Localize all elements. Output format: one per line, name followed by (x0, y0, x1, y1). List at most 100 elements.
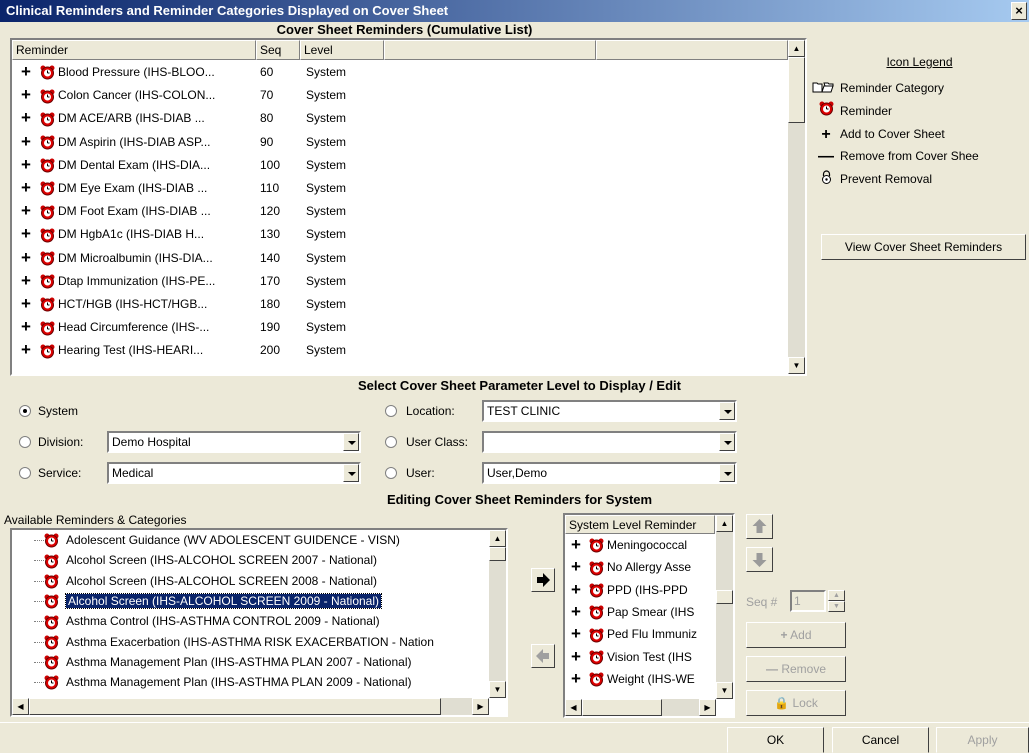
table-row[interactable]: + HCT/HGB (IHS-HCT/HGB... 180 System (12, 293, 788, 315)
table-row[interactable]: + DM Foot Exam (IHS-DIAB ... 120 System (12, 200, 788, 222)
table-row[interactable]: + DM Microalbumin (IHS-DIA... 140 System (12, 247, 788, 269)
list-item[interactable]: + Weight (IHS-WE (565, 671, 715, 688)
scroll-down-button[interactable]: ▼ (788, 357, 805, 374)
cumulative-scrollbar[interactable]: ▲ ▼ (788, 40, 805, 374)
scroll-thumb[interactable] (716, 590, 733, 604)
table-row[interactable]: + Head Circumference (IHS-... 190 System (12, 316, 788, 338)
cumulative-list[interactable]: Reminder Seq Level + Blood Pressure (IHS-… (10, 38, 807, 376)
scroll-down-button[interactable]: ▼ (489, 681, 506, 698)
reminder-clock-icon (40, 321, 55, 336)
scroll-thumb[interactable] (29, 698, 441, 715)
scroll-right-button[interactable]: ▶ (472, 698, 489, 715)
move-right-button[interactable] (531, 568, 555, 592)
table-row[interactable]: + DM HgbA1c (IHS-DIAB H... 130 System (12, 223, 788, 245)
lock-button[interactable]: 🔒 Lock (746, 690, 846, 716)
scroll-up-button[interactable]: ▲ (788, 40, 805, 57)
scroll-up-button[interactable]: ▲ (716, 515, 733, 532)
reminder-name: Hearing Test (IHS-HEARI... (58, 343, 204, 358)
column-header-seq[interactable]: Seq (256, 40, 300, 60)
scroll-up-button[interactable]: ▲ (489, 530, 506, 547)
reminder-icon-wrap (40, 131, 58, 153)
scroll-thumb[interactable] (489, 547, 506, 561)
reminder-clock-icon (44, 655, 59, 670)
table-row[interactable]: + Colon Cancer (IHS-COLON... 70 System (12, 84, 788, 106)
list-item[interactable]: + Meningococcal (565, 537, 715, 554)
scroll-left-button[interactable]: ◀ (12, 698, 29, 715)
service-radio[interactable] (19, 467, 31, 479)
window-title-bar: Clinical Reminders and Reminder Categori… (0, 0, 1029, 22)
table-row[interactable]: + DM ACE/ARB (IHS-DIAB ... 80 System (12, 107, 788, 129)
scroll-down-button[interactable]: ▼ (716, 682, 733, 699)
reminder-level: System (306, 88, 347, 103)
reminder-clock-icon (589, 561, 604, 576)
chevron-down-icon[interactable] (343, 433, 359, 451)
scroll-thumb[interactable] (788, 57, 805, 123)
reminder-icon-wrap (589, 537, 607, 554)
system-level-list[interactable]: System Level Reminder + Meningococcal + No … (563, 513, 735, 718)
cancel-button[interactable]: Cancel (832, 727, 929, 753)
location-radio[interactable] (385, 405, 397, 417)
location-combo[interactable]: TEST CLINIC (482, 400, 737, 422)
remove-button[interactable]: — Remove (746, 656, 846, 682)
reminder-icon-wrap (40, 154, 58, 176)
table-row[interactable]: + DM Dental Exam (IHS-DIA... 100 System (12, 154, 788, 176)
legend-item-category: Reminder Category (812, 78, 944, 98)
add-button[interactable]: + Add (746, 622, 846, 648)
scroll-right-button[interactable]: ▶ (699, 699, 716, 716)
available-tree[interactable]: Adolescent Guidance (WV ADOLESCENT GUIDE… (10, 528, 508, 717)
tree-line (34, 560, 44, 562)
scroll-thumb[interactable] (582, 699, 662, 716)
reminder-clock-icon (40, 205, 55, 220)
reminder-seq: 120 (260, 204, 281, 219)
seq-input[interactable]: 1 (790, 590, 826, 612)
apply-button[interactable]: Apply (936, 727, 1029, 753)
column-header-blank (596, 40, 788, 60)
userclass-radio[interactable] (385, 436, 397, 448)
view-cover-sheet-reminders-button[interactable]: View Cover Sheet Reminders (821, 234, 1026, 260)
move-down-button[interactable] (746, 547, 773, 572)
division-combo[interactable]: Demo Hospital (107, 431, 361, 453)
column-header-system-level[interactable]: System Level Reminder (565, 515, 715, 534)
plus-icon: + (21, 270, 31, 290)
column-header-reminder[interactable]: Reminder (12, 40, 256, 60)
seq-up-button[interactable]: ▲ (828, 590, 845, 601)
system-hscrollbar[interactable]: ◀ ▶ (565, 699, 716, 716)
list-item[interactable]: + Ped Flu Immuniz (565, 626, 715, 643)
available-label: Available Reminders & Categories (4, 513, 187, 527)
user-label: User: (406, 466, 435, 480)
legend-label: Reminder Category (840, 81, 945, 95)
table-row[interactable]: + Hearing Test (IHS-HEARI... 200 System (12, 339, 788, 361)
table-row[interactable]: + Dtap Immunization (IHS-PE... 170 System (12, 270, 788, 292)
user-combo[interactable]: User,Demo (482, 462, 737, 484)
userclass-combo[interactable] (482, 431, 737, 453)
list-item[interactable]: + No Allergy Asse (565, 559, 715, 576)
ok-button[interactable]: OK (727, 727, 824, 753)
system-radio[interactable] (19, 405, 31, 417)
table-row[interactable]: + DM Aspirin (IHS-DIAB ASP... 90 System (12, 131, 788, 153)
seq-down-button[interactable]: ▼ (828, 601, 845, 612)
user-radio[interactable] (385, 467, 397, 479)
column-header-level[interactable]: Level (300, 40, 384, 60)
list-item[interactable]: + Pap Smear (IHS (565, 604, 715, 621)
chevron-down-icon[interactable] (343, 464, 359, 482)
reminder-seq: 130 (260, 227, 281, 242)
available-vscrollbar[interactable]: ▲ ▼ (489, 530, 506, 698)
system-vscrollbar[interactable]: ▲ ▼ (716, 515, 733, 699)
service-combo[interactable]: Medical (107, 462, 361, 484)
close-button[interactable]: × (1011, 2, 1027, 20)
chevron-down-icon[interactable] (719, 433, 735, 451)
table-row[interactable]: + DM Eye Exam (IHS-DIAB ... 110 System (12, 177, 788, 199)
list-item[interactable]: + PPD (IHS-PPD (565, 582, 715, 599)
list-item[interactable]: + Vision Test (IHS (565, 649, 715, 666)
move-up-button[interactable] (746, 514, 773, 539)
service-value: Medical (112, 466, 154, 480)
move-left-button[interactable] (531, 644, 555, 668)
chevron-down-icon[interactable] (719, 464, 735, 482)
tree-line (34, 661, 44, 663)
division-radio[interactable] (19, 436, 31, 448)
reminder-icon-wrap (40, 223, 58, 245)
table-row[interactable]: + Blood Pressure (IHS-BLOO... 60 System (12, 61, 788, 83)
chevron-down-icon[interactable] (719, 402, 735, 420)
scroll-left-button[interactable]: ◀ (565, 699, 582, 716)
available-hscrollbar[interactable]: ◀ ▶ (12, 698, 489, 715)
